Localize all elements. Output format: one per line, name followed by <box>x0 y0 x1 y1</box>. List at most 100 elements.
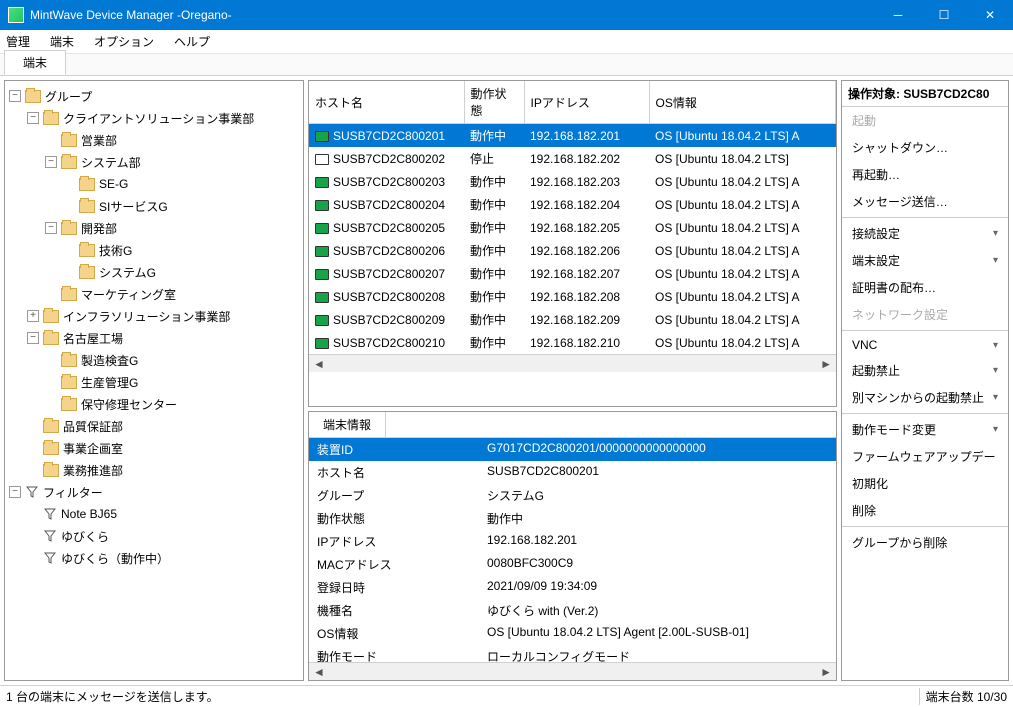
tree-label[interactable]: 製造検査G <box>81 352 138 369</box>
collapse-icon[interactable]: − <box>45 222 57 234</box>
tree-item[interactable]: − グループ <box>9 85 299 107</box>
tree-label[interactable]: マーケティング室 <box>81 286 176 303</box>
op-firmware[interactable]: ファームウェアアップデー <box>842 443 1008 470</box>
op-boot-ban[interactable]: 起動禁止▾ <box>842 357 1008 384</box>
tree-label[interactable]: 業務推進部 <box>63 462 123 479</box>
op-delete[interactable]: 削除 <box>842 497 1008 524</box>
detail-row[interactable]: グループシステムG <box>309 484 836 507</box>
tree-item[interactable]: 業務推進部 <box>9 459 299 481</box>
tree-label[interactable]: SE-G <box>99 177 128 191</box>
detail-row[interactable]: 機種名ゆびくら with (Ver.2) <box>309 599 836 622</box>
collapse-icon[interactable]: − <box>27 332 39 344</box>
tree-label[interactable]: フィルター <box>43 484 103 501</box>
table-row[interactable]: SUSB7CD2C800207動作中192.168.182.207OS [Ubu… <box>309 262 836 285</box>
table-row[interactable]: SUSB7CD2C800210動作中192.168.182.210OS [Ubu… <box>309 331 836 354</box>
tree-label[interactable]: ゆびくら <box>61 528 109 545</box>
op-term-settings[interactable]: 端末設定▾ <box>842 247 1008 274</box>
tree-item[interactable]: ゆびくら（動作中） <box>9 547 299 569</box>
detail-row[interactable]: IPアドレス192.168.182.201 <box>309 530 836 553</box>
minimize-button[interactable]: ─ <box>875 0 921 30</box>
tab-detail[interactable]: 端末情報 <box>309 412 386 437</box>
tree-item[interactable]: 営業部 <box>9 129 299 151</box>
col-ip[interactable]: IPアドレス <box>524 81 649 124</box>
tree-label[interactable]: 事業企画室 <box>63 440 123 457</box>
detail-scroll-right-icon[interactable]: ► <box>820 665 832 679</box>
collapse-icon[interactable]: − <box>9 486 21 498</box>
scroll-left-icon[interactable]: ◄ <box>313 357 325 371</box>
tree-label[interactable]: 名古屋工場 <box>63 330 123 347</box>
tab-terminal[interactable]: 端末 <box>4 50 66 75</box>
tree-item[interactable]: SIサービスG <box>9 195 299 217</box>
collapse-icon[interactable]: − <box>27 112 39 124</box>
op-init[interactable]: 初期化 <box>842 470 1008 497</box>
tree-label[interactable]: グループ <box>45 88 92 105</box>
tree-item[interactable]: − クライアントソリューション事業部 <box>9 107 299 129</box>
tree-label[interactable]: 生産管理G <box>81 374 138 391</box>
tree-label[interactable]: SIサービスG <box>99 198 168 215</box>
tree-label[interactable]: 品質保証部 <box>63 418 123 435</box>
op-vnc[interactable]: VNC▾ <box>842 333 1008 357</box>
tree-item[interactable]: − 名古屋工場 <box>9 327 299 349</box>
tree-item[interactable]: − 開発部 <box>9 217 299 239</box>
tree-label[interactable]: 営業部 <box>81 132 117 149</box>
detail-row[interactable]: OS情報OS [Ubuntu 18.04.2 LTS] Agent [2.00L… <box>309 622 836 645</box>
table-row[interactable]: SUSB7CD2C800203動作中192.168.182.203OS [Ubu… <box>309 170 836 193</box>
tree-item[interactable]: ゆびくら <box>9 525 299 547</box>
table-row[interactable]: SUSB7CD2C800202停止192.168.182.202OS [Ubun… <box>309 147 836 170</box>
table-row[interactable]: SUSB7CD2C800206動作中192.168.182.206OS [Ubu… <box>309 239 836 262</box>
tree-item[interactable]: + インフラソリューション事業部 <box>9 305 299 327</box>
op-sendmsg[interactable]: メッセージ送信… <box>842 188 1008 215</box>
tree-label[interactable]: インフラソリューション事業部 <box>63 308 230 325</box>
tree-label[interactable]: クライアントソリューション事業部 <box>63 110 254 127</box>
tree-item[interactable]: システムG <box>9 261 299 283</box>
tree-label[interactable]: 保守修理センター <box>81 396 177 413</box>
op-cert[interactable]: 証明書の配布… <box>842 274 1008 301</box>
table-row[interactable]: SUSB7CD2C800204動作中192.168.182.204OS [Ubu… <box>309 193 836 216</box>
detail-row[interactable]: MACアドレス0080BFC300C9 <box>309 553 836 576</box>
op-network[interactable]: ネットワーク設定 <box>842 301 1008 328</box>
maximize-button[interactable]: ☐ <box>921 0 967 30</box>
tree-label[interactable]: ゆびくら（動作中） <box>61 550 169 567</box>
expand-icon[interactable]: + <box>27 310 39 322</box>
op-boot-ban-other[interactable]: 別マシンからの起動禁止▾ <box>842 384 1008 411</box>
detail-row[interactable]: ホスト名SUSB7CD2C800201 <box>309 461 836 484</box>
tree-item[interactable]: 事業企画室 <box>9 437 299 459</box>
detail-scroll-left-icon[interactable]: ◄ <box>313 665 325 679</box>
tree-item[interactable]: − フィルター <box>9 481 299 503</box>
col-os[interactable]: OS情報 <box>649 81 836 124</box>
op-mode-change[interactable]: 動作モード変更▾ <box>842 416 1008 443</box>
detail-row[interactable]: 動作状態動作中 <box>309 507 836 530</box>
op-restart[interactable]: 再起動… <box>842 161 1008 188</box>
tree-item[interactable]: マーケティング室 <box>9 283 299 305</box>
tree-label[interactable]: 開発部 <box>81 220 117 237</box>
tree-item[interactable]: 品質保証部 <box>9 415 299 437</box>
menu-help[interactable]: ヘルプ <box>174 33 210 50</box>
tree-item[interactable]: Note BJ65 <box>9 503 299 525</box>
detail-row[interactable]: 装置IDG7017CD2C800201/0000000000000000 <box>309 438 836 461</box>
tree-item[interactable]: −システム部 <box>9 151 299 173</box>
table-row[interactable]: SUSB7CD2C800205動作中192.168.182.205OS [Ubu… <box>309 216 836 239</box>
table-row[interactable]: SUSB7CD2C800208動作中192.168.182.208OS [Ubu… <box>309 285 836 308</box>
detail-row[interactable]: 登録日時2021/09/09 19:34:09 <box>309 576 836 599</box>
menu-manage[interactable]: 管理 <box>6 33 30 50</box>
tree-label[interactable]: 技術G <box>99 242 132 259</box>
tree-item[interactable]: 製造検査G <box>9 349 299 371</box>
tree-item[interactable]: 技術G <box>9 239 299 261</box>
op-start[interactable]: 起動 <box>842 107 1008 134</box>
op-delete-from-group[interactable]: グループから削除 <box>842 529 1008 556</box>
close-button[interactable]: ✕ <box>967 0 1013 30</box>
collapse-icon[interactable]: − <box>45 156 57 168</box>
table-row[interactable]: SUSB7CD2C800201動作中192.168.182.201OS [Ubu… <box>309 124 836 148</box>
tree-item[interactable]: 生産管理G <box>9 371 299 393</box>
col-state[interactable]: 動作状態 <box>464 81 524 124</box>
menu-options[interactable]: オプション <box>94 33 154 50</box>
op-conn-settings[interactable]: 接続設定▾ <box>842 220 1008 247</box>
detail-row[interactable]: 動作モードローカルコンフィグモード <box>309 645 836 662</box>
tree-label[interactable]: システムG <box>99 264 156 281</box>
menu-terminal[interactable]: 端末 <box>50 33 74 50</box>
collapse-icon[interactable]: − <box>9 90 21 102</box>
col-host[interactable]: ホスト名 <box>309 81 464 124</box>
op-shutdown[interactable]: シャットダウン… <box>842 134 1008 161</box>
tree-item[interactable]: 保守修理センター <box>9 393 299 415</box>
tree-label[interactable]: Note BJ65 <box>61 507 117 521</box>
